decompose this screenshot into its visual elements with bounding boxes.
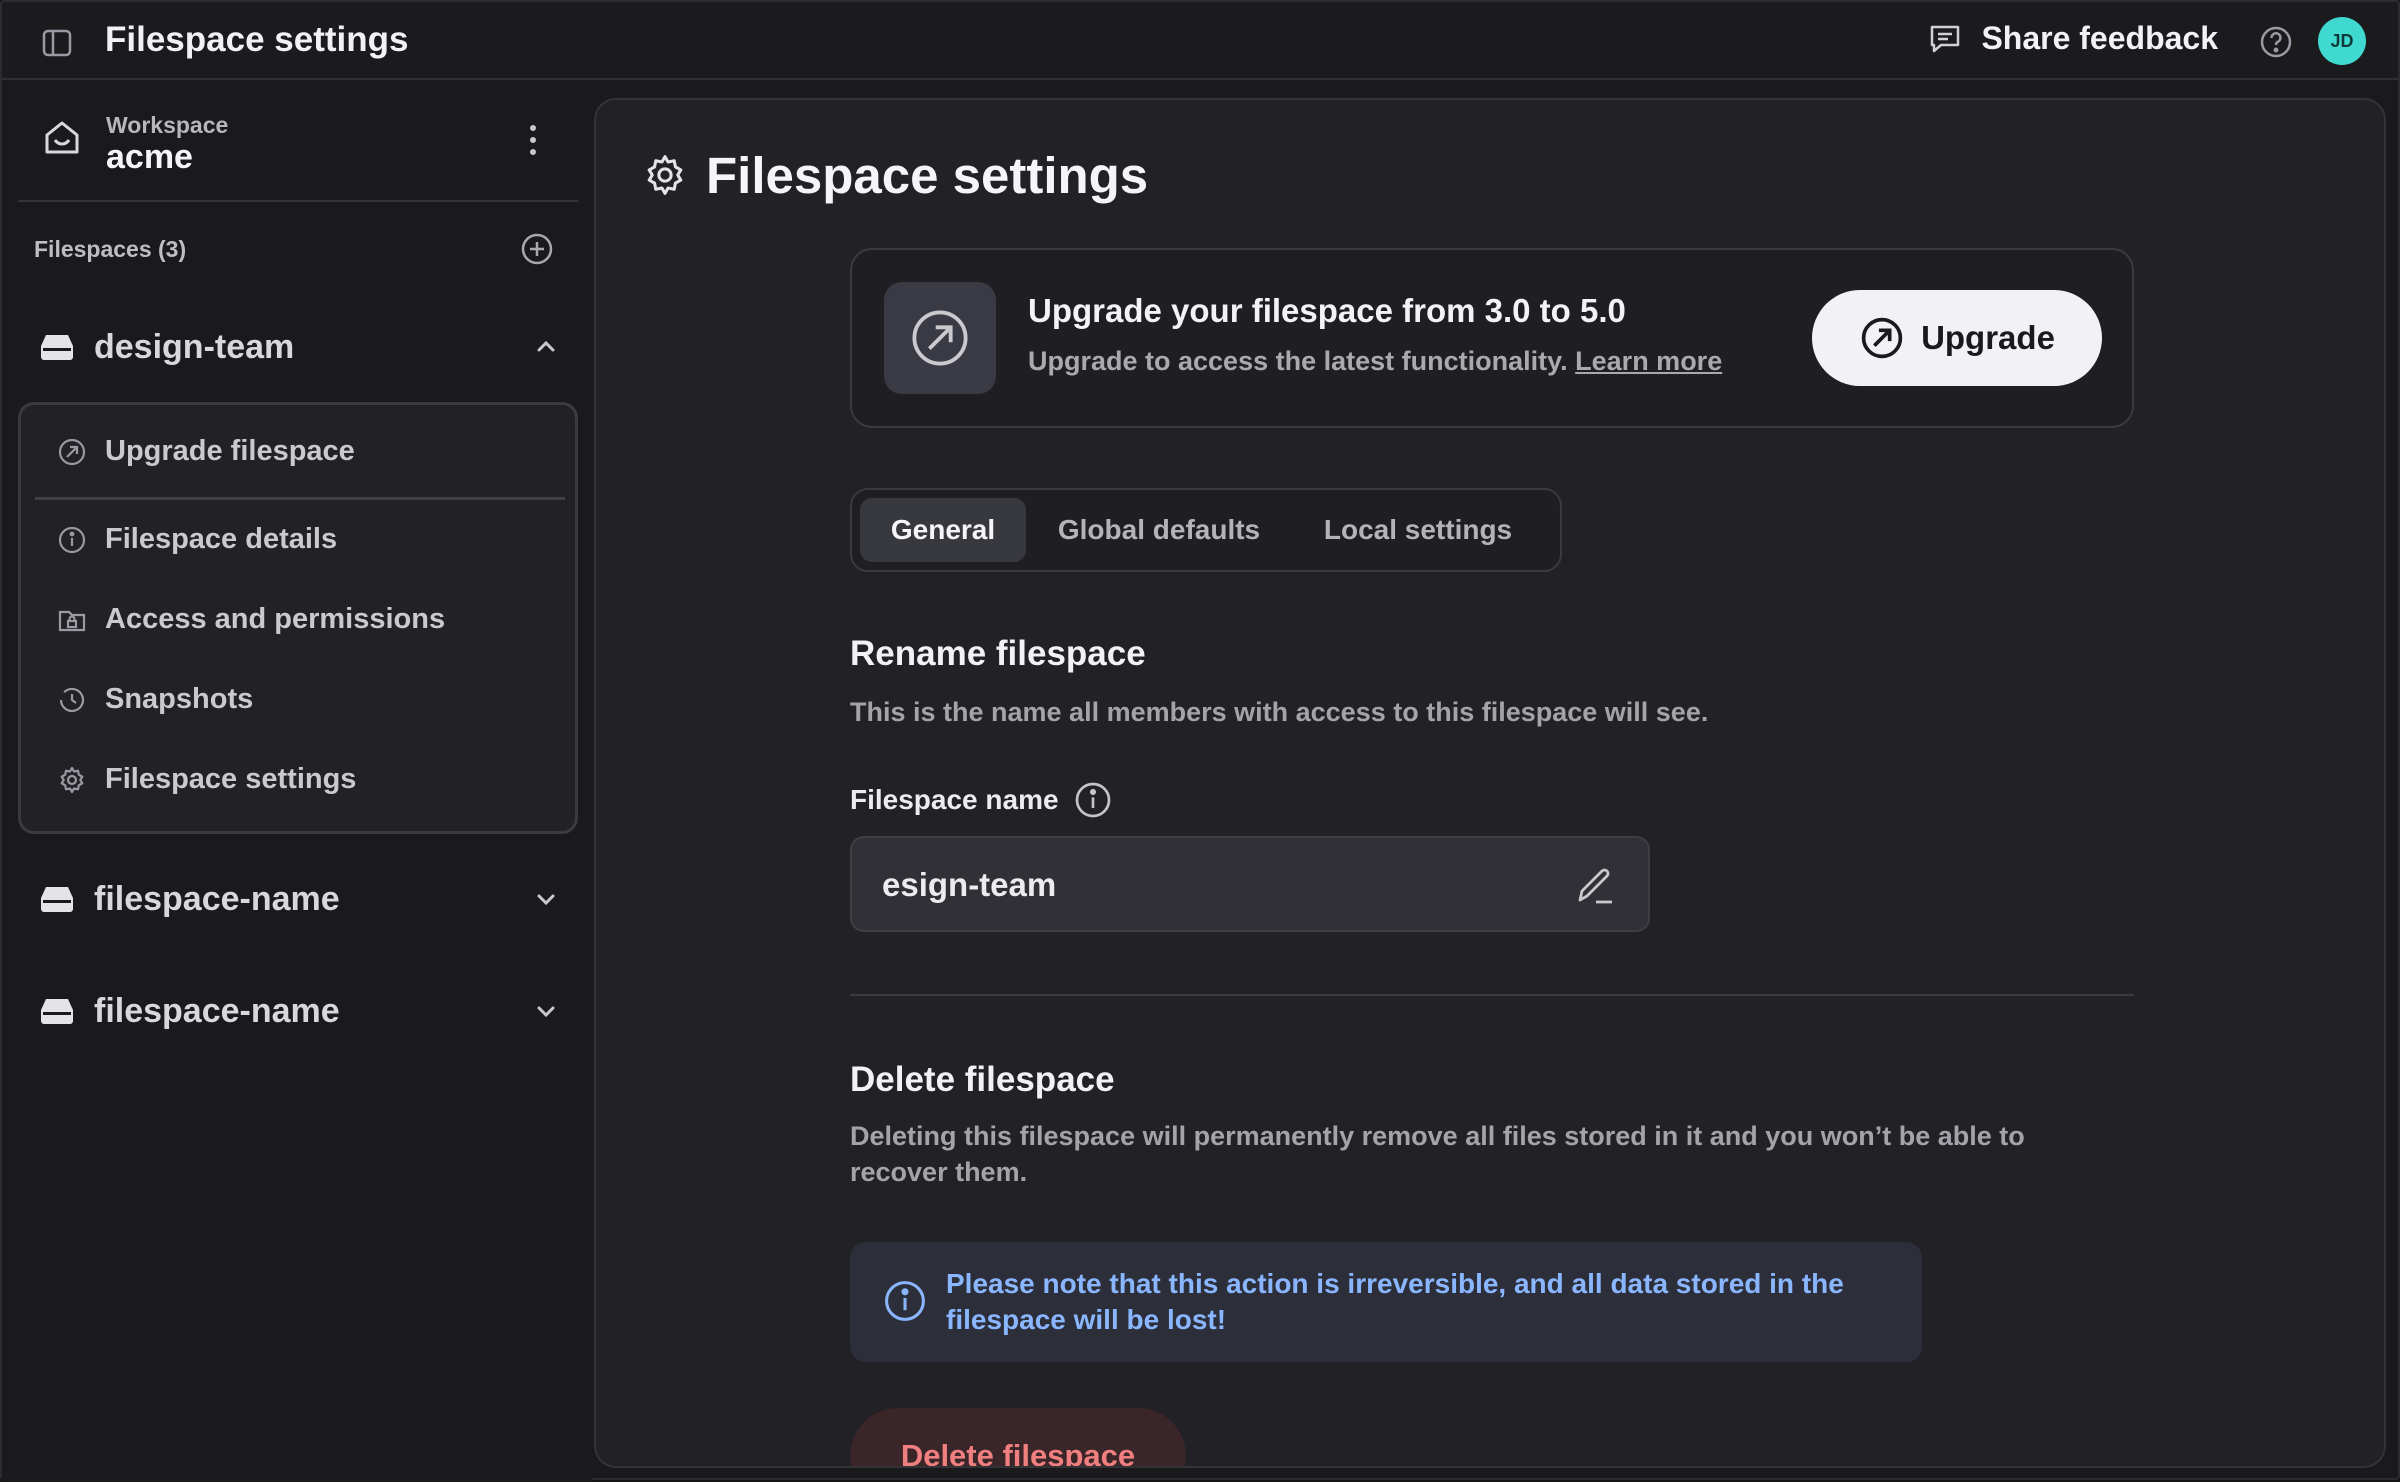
upgrade-description: Upgrade to access the latest functionali…: [1028, 346, 1722, 377]
upgrade-title: Upgrade your filespace from 3.0 to 5.0: [1028, 292, 1626, 329]
chevron-down-icon[interactable]: [532, 997, 560, 1025]
filespaces-count: Filespaces (3): [34, 236, 187, 262]
chevron-down-icon[interactable]: [532, 885, 560, 913]
upgrade-banner: Upgrade your filespace from 3.0 to 5.0 U…: [850, 248, 2134, 428]
sidebar-item-label: Filespace details: [105, 523, 338, 555]
avatar[interactable]: JD: [2318, 17, 2366, 65]
gear-icon: [647, 155, 683, 195]
upgrade-icon: [1861, 317, 1903, 359]
sidebar-item-filespace-settings[interactable]: Filespace settings: [57, 763, 356, 796]
info-icon: [885, 1281, 925, 1321]
history-icon: [59, 687, 85, 712]
upgrade-description-text: Upgrade to access the latest functionali…: [1028, 346, 1568, 376]
upgrade-button-label: Upgrade: [1921, 319, 2055, 356]
irreversible-warning: Please note that this action is irrevers…: [850, 1242, 1922, 1362]
tab-general[interactable]: General: [860, 498, 1026, 562]
upgrade-icon: [58, 438, 86, 465]
sidebar-item-upgrade-filespace[interactable]: Upgrade filespace: [57, 435, 355, 468]
delete-section-title: Delete filespace: [850, 1060, 1115, 1099]
drive-icon: [41, 335, 73, 360]
info-icon: [58, 526, 86, 553]
tab-local-settings[interactable]: Local settings: [1290, 498, 1546, 562]
more-options-icon[interactable]: [524, 122, 542, 158]
drive-icon: [41, 999, 73, 1024]
page-title: Filespace settings: [706, 147, 1149, 204]
sidebar: Workspace acme Filespaces (3) design-tea…: [2, 82, 592, 1482]
feedback-icon: [1931, 25, 1960, 52]
delete-filespace-button[interactable]: Delete filespace: [850, 1408, 1186, 1466]
sidebar-item-access-permissions[interactable]: Access and permissions: [57, 603, 445, 636]
tab-global-defaults[interactable]: Global defaults: [1046, 498, 1272, 562]
info-icon[interactable]: [1073, 780, 1113, 820]
filespace-name-label: Filespace name: [850, 780, 1113, 820]
upgrade-button[interactable]: Upgrade: [1812, 290, 2102, 386]
workspace-switcher[interactable]: Workspace acme: [18, 82, 578, 202]
section-divider: [850, 994, 2134, 996]
edit-pencil-icon[interactable]: [1572, 862, 1618, 908]
app-window: Filespace settings Share feedback JD Wor…: [0, 0, 2400, 1482]
rename-section-title: Rename filespace: [850, 634, 1146, 673]
sidebar-item-label: Access and permissions: [105, 603, 446, 635]
top-bar: Filespace settings Share feedback JD: [2, 2, 2398, 80]
submenu-divider: [35, 497, 565, 500]
main-panel: Filespace settings Upgrade your filespac…: [594, 98, 2386, 1468]
filespace-submenu: Upgrade filespace Filespace details Acce…: [18, 402, 578, 834]
sidebar-item-label: Upgrade filespace: [105, 435, 355, 467]
filespace-name-value: esign-team: [882, 866, 1057, 903]
filespace-group[interactable]: filespace-name: [40, 874, 560, 924]
sidebar-item-label: Snapshots: [105, 683, 254, 715]
settings-tabs: General Global defaults Local settings: [850, 488, 1562, 572]
filespace-group[interactable]: filespace-name: [40, 986, 560, 1036]
main-scroll-area[interactable]: Filespace settings Upgrade your filespac…: [596, 100, 2384, 1466]
filespace-name: design-team: [94, 327, 295, 366]
share-feedback-button[interactable]: Share feedback: [1927, 20, 2218, 57]
filespace-name-field[interactable]: esign-team: [850, 836, 1650, 932]
delete-section-description: Deleting this filespace will permanently…: [850, 1121, 2025, 1187]
warning-text: Please note that this action is irrevers…: [946, 1268, 1844, 1335]
chevron-up-icon[interactable]: [532, 333, 560, 361]
rename-section-description: This is the name all members with access…: [850, 697, 1709, 727]
upgrade-badge: [884, 282, 996, 394]
add-filespace-icon[interactable]: [520, 232, 554, 266]
gear-icon: [60, 766, 84, 793]
home-icon: [45, 121, 79, 154]
learn-more-link[interactable]: Learn more: [1575, 346, 1722, 376]
sidebar-item-label: Filespace settings: [105, 763, 357, 795]
field-label-text: Filespace name: [850, 784, 1059, 815]
filespace-name: filespace-name: [94, 991, 340, 1030]
help-icon[interactable]: [2258, 24, 2294, 60]
workspace-label: Workspace: [106, 112, 229, 138]
drive-icon: [41, 887, 73, 912]
app-title: Filespace settings: [105, 20, 409, 59]
sidebar-toggle-icon[interactable]: [40, 26, 74, 60]
lock-folder-icon: [58, 610, 86, 631]
filespace-group-design-team[interactable]: design-team: [40, 322, 560, 372]
upgrade-icon: [912, 310, 968, 366]
share-feedback-label: Share feedback: [1981, 20, 2218, 56]
workspace-name: acme: [106, 138, 193, 176]
filespace-name: filespace-name: [94, 879, 340, 918]
sidebar-item-snapshots[interactable]: Snapshots: [57, 683, 253, 716]
sidebar-item-filespace-details[interactable]: Filespace details: [57, 523, 337, 556]
